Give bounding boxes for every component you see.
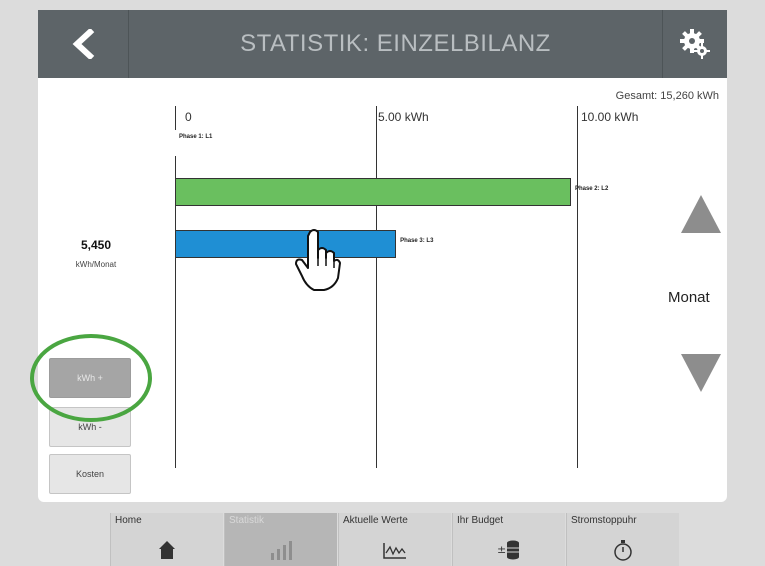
page-title: STATISTIK: EINZELBILANZ: [240, 30, 551, 57]
home-icon: [159, 541, 175, 559]
arrow-down-icon[interactable]: [681, 354, 721, 392]
tab-statistik-label: Statistik: [229, 515, 265, 526]
tab-home[interactable]: Home: [110, 513, 223, 566]
coins-icon: ±: [497, 540, 519, 560]
tab-statistik[interactable]: Statistik: [224, 513, 337, 566]
highlight-circle: [30, 334, 152, 422]
gridline-10: [577, 106, 578, 468]
arrow-up-icon[interactable]: [681, 195, 721, 233]
total-label: Gesamt: 15,260 kWh: [615, 90, 719, 102]
bar-phase-2: [175, 178, 571, 206]
period-label: Monat: [668, 289, 710, 306]
tick-label-0: 0: [185, 110, 192, 124]
bar-phase-3: [175, 230, 397, 258]
header-bar: STATISTIK: EINZELBILANZ: [38, 10, 727, 78]
bar-label-phase-3: Phase 3: L3: [400, 238, 434, 244]
svg-text:±: ±: [497, 543, 506, 556]
bar-label-phase-2: Phase 2: L2: [574, 186, 609, 192]
tick-label-5: 5.00 kWh: [378, 110, 429, 124]
back-button[interactable]: [38, 10, 129, 78]
tab-ihr-budget[interactable]: Ihr Budget ±: [452, 513, 565, 566]
readout-value: 5,450: [80, 238, 112, 252]
gear-icon: [680, 29, 710, 59]
tab-ihr-budget-label: Ihr Budget: [457, 515, 504, 526]
tab-stromstoppuhr[interactable]: Stromstoppuhr: [566, 513, 679, 566]
settings-button[interactable]: [662, 10, 727, 78]
tab-aktuelle-werte[interactable]: Aktuelle Werte: [338, 513, 451, 566]
axis-line-0: [175, 106, 176, 468]
bar-phase-1: [175, 130, 176, 156]
waveform-icon: [383, 543, 406, 559]
hand-cursor-icon: [295, 229, 341, 291]
tab-stromstoppuhr-label: Stromstoppuhr: [571, 515, 637, 526]
stopwatch-icon: [614, 540, 632, 561]
tick-label-10: 10.00 kWh: [581, 110, 639, 124]
bar-chart-icon: [271, 541, 292, 560]
readout-unit: kWh/Monat: [75, 260, 117, 269]
chevron-left-icon: [72, 29, 95, 59]
tab-home-label: Home: [115, 515, 142, 526]
bar-label-phase-1: Phase 1: L1: [179, 134, 213, 140]
kosten-button[interactable]: Kosten: [49, 454, 131, 494]
chart-panel: Gesamt: 15,260 kWh 0 5.00 kWh 10.00 kWh …: [30, 78, 727, 502]
bottom-tab-bar: Home Statistik Aktuelle Werte Ihr Budget…: [110, 513, 685, 566]
gridline-5: [376, 106, 377, 468]
tab-aktuelle-werte-label: Aktuelle Werte: [343, 515, 408, 526]
